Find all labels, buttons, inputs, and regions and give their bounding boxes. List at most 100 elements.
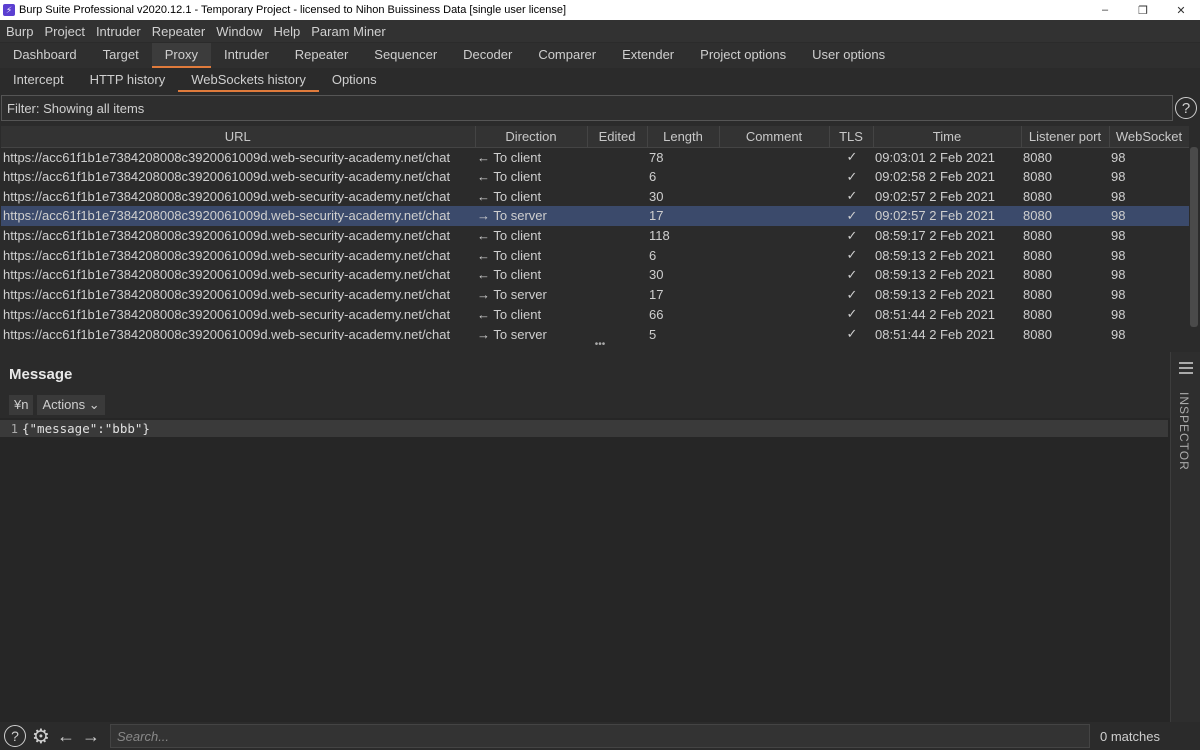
cell-tls: ✓ bbox=[846, 266, 858, 282]
filter-bar[interactable]: Filter: Showing all items bbox=[1, 95, 1173, 121]
cell-listener-port: 8080 bbox=[1023, 267, 1052, 283]
split-pane-handle[interactable]: ••• bbox=[0, 339, 1200, 350]
cell-comment bbox=[719, 285, 829, 305]
actions-button[interactable]: Actions ⌄ bbox=[37, 395, 105, 415]
menu-param-miner[interactable]: Param Miner bbox=[311, 24, 385, 39]
tab-http-history[interactable]: HTTP history bbox=[77, 68, 179, 92]
cell-listener-port: 8080 bbox=[1023, 287, 1052, 303]
table-row[interactable]: https://acc61f1b1e7384208008c3920061009d… bbox=[1, 226, 1189, 246]
table-row[interactable]: https://acc61f1b1e7384208008c3920061009d… bbox=[1, 147, 1189, 167]
tab-repeater[interactable]: Repeater bbox=[282, 43, 361, 68]
tab-sequencer[interactable]: Sequencer bbox=[361, 43, 450, 68]
column-direction[interactable]: Direction bbox=[475, 126, 588, 148]
table-row[interactable]: https://acc61f1b1e7384208008c3920061009d… bbox=[1, 167, 1189, 187]
column-websocket[interactable]: WebSocket bbox=[1109, 126, 1189, 148]
tab-websockets-history[interactable]: WebSockets history bbox=[178, 68, 319, 92]
help-icon[interactable]: ? bbox=[4, 725, 26, 747]
editor-line: 1 {"message":"bbb"} bbox=[0, 420, 1168, 437]
window-controls: – ❐ ✕ bbox=[1086, 0, 1200, 20]
inspector-label[interactable]: INSPECTOR bbox=[1177, 392, 1191, 471]
settings-gear-icon[interactable]: ⚙ bbox=[30, 725, 52, 748]
table-scrollbar[interactable] bbox=[1190, 147, 1198, 327]
window-titlebar: ⚡ Burp Suite Professional v2020.12.1 - T… bbox=[0, 0, 1200, 20]
cell-listener-port: 8080 bbox=[1023, 306, 1052, 322]
column-listener-port[interactable]: Listener port bbox=[1021, 126, 1110, 148]
column-edited[interactable]: Edited bbox=[587, 126, 648, 148]
column-comment[interactable]: Comment bbox=[719, 126, 830, 148]
back-arrow-icon[interactable]: ← bbox=[55, 725, 77, 747]
message-panel: Message ¥n Actions ⌄ 1 {"message":"bbb"} bbox=[0, 352, 1170, 722]
cell-url: https://acc61f1b1e7384208008c3920061009d… bbox=[3, 169, 451, 185]
menu-window[interactable]: Window bbox=[216, 24, 262, 39]
table-row[interactable]: https://acc61f1b1e7384208008c3920061009d… bbox=[1, 265, 1189, 285]
cell-comment bbox=[719, 245, 829, 265]
tab-proxy[interactable]: Proxy bbox=[151, 43, 211, 68]
cell-tls: ✓ bbox=[846, 188, 858, 204]
message-toolbar: ¥n Actions ⌄ bbox=[9, 395, 105, 415]
cell-listener-port: 8080 bbox=[1023, 149, 1052, 165]
cell-length: 17 bbox=[649, 287, 664, 303]
tab-intruder[interactable]: Intruder bbox=[211, 43, 282, 68]
newline-toggle-button[interactable]: ¥n bbox=[9, 395, 34, 415]
cell-comment bbox=[719, 167, 829, 187]
close-button[interactable]: ✕ bbox=[1162, 0, 1200, 20]
tab-decoder[interactable]: Decoder bbox=[450, 43, 525, 68]
column-length[interactable]: Length bbox=[647, 126, 720, 148]
cell-comment bbox=[719, 305, 829, 325]
cell-length: 118 bbox=[649, 228, 670, 244]
cell-listener-port: 8080 bbox=[1021, 206, 1109, 226]
cell-listener-port: 8080 bbox=[1023, 169, 1052, 185]
cell-websocket: 98 bbox=[1111, 149, 1126, 165]
menu-burp[interactable]: Burp bbox=[6, 24, 33, 39]
minimize-button[interactable]: – bbox=[1086, 0, 1124, 20]
cell-direction: ← To client bbox=[477, 228, 542, 244]
tab-intercept[interactable]: Intercept bbox=[0, 68, 77, 92]
tab-project-options[interactable]: Project options bbox=[687, 43, 799, 68]
search-input[interactable]: Search... bbox=[110, 724, 1090, 748]
table-row[interactable]: https://acc61f1b1e7384208008c3920061009d… bbox=[1, 186, 1189, 206]
help-icon[interactable]: ? bbox=[1175, 97, 1197, 119]
cell-websocket: 98 bbox=[1111, 306, 1126, 322]
inspector-sidebar[interactable]: INSPECTOR bbox=[1170, 352, 1200, 722]
cell-time: 09:02:57 2 Feb 2021 bbox=[875, 188, 995, 204]
table-row[interactable]: https://acc61f1b1e7384208008c3920061009d… bbox=[1, 285, 1189, 305]
tab-extender[interactable]: Extender bbox=[609, 43, 687, 68]
menu-intruder[interactable]: Intruder bbox=[96, 24, 141, 39]
cell-comment bbox=[719, 324, 829, 340]
column-tls[interactable]: TLS bbox=[829, 126, 874, 148]
message-content[interactable]: {"message":"bbb"} bbox=[22, 421, 150, 436]
cell-websocket: 98 bbox=[1111, 188, 1126, 204]
restore-button[interactable]: ❐ bbox=[1124, 0, 1162, 20]
tab-dashboard[interactable]: Dashboard bbox=[0, 43, 90, 68]
hamburger-menu-icon[interactable] bbox=[1179, 362, 1193, 377]
message-editor[interactable]: 1 {"message":"bbb"} bbox=[0, 418, 1170, 722]
cell-edited bbox=[587, 265, 647, 285]
tab-target[interactable]: Target bbox=[90, 43, 152, 68]
table-row[interactable]: https://acc61f1b1e7384208008c3920061009d… bbox=[1, 305, 1189, 325]
table-row[interactable]: https://acc61f1b1e7384208008c3920061009d… bbox=[1, 245, 1189, 265]
cell-direction: → To server bbox=[475, 206, 587, 226]
tab-user-options[interactable]: User options bbox=[799, 43, 898, 68]
cell-listener-port: 8080 bbox=[1023, 247, 1052, 263]
cell-time: 09:03:01 2 Feb 2021 bbox=[875, 149, 995, 165]
menu-project[interactable]: Project bbox=[44, 24, 84, 39]
cell-length: 30 bbox=[649, 188, 664, 204]
forward-arrow-icon[interactable]: → bbox=[80, 725, 102, 747]
cell-direction: → To server bbox=[477, 287, 547, 303]
table-row[interactable]: https://acc61f1b1e7384208008c3920061009d… bbox=[1, 206, 1189, 226]
cell-direction: ← To client bbox=[477, 247, 542, 263]
tab-options[interactable]: Options bbox=[319, 68, 390, 92]
tab-comparer[interactable]: Comparer bbox=[525, 43, 609, 68]
cell-edited bbox=[587, 206, 647, 226]
cell-tls: ✓ bbox=[846, 247, 858, 263]
menu-repeater[interactable]: Repeater bbox=[152, 24, 205, 39]
column-time[interactable]: Time bbox=[873, 126, 1022, 148]
cell-websocket: 98 bbox=[1111, 267, 1126, 283]
cell-time: 09:02:58 2 Feb 2021 bbox=[875, 169, 995, 185]
cell-time: 08:59:13 2 Feb 2021 bbox=[875, 287, 995, 303]
cell-url: https://acc61f1b1e7384208008c3920061009d… bbox=[3, 149, 451, 165]
column-url[interactable]: URL bbox=[1, 126, 476, 148]
cell-url: https://acc61f1b1e7384208008c3920061009d… bbox=[3, 228, 451, 244]
menu-help[interactable]: Help bbox=[273, 24, 300, 39]
cell-edited bbox=[587, 167, 647, 187]
